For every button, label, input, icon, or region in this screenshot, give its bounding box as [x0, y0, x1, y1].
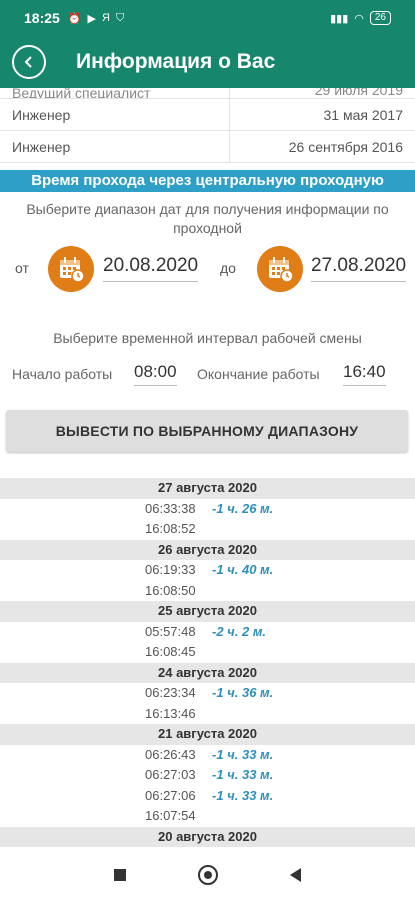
entry-time: 16:07:54 — [145, 808, 196, 823]
page-title: Информация о Вас — [76, 50, 276, 73]
entry-time: 06:33:38 — [145, 500, 196, 516]
recents-square-icon[interactable] — [114, 869, 126, 881]
battery-indicator: 26 — [369, 11, 391, 25]
end-label: Окончание работы — [197, 366, 320, 382]
from-date-field[interactable]: 20.08.2020 — [103, 255, 199, 282]
entry-diff: -1 ч. 33 м. — [212, 767, 274, 782]
to-date-field[interactable]: 27.08.2020 — [311, 255, 407, 282]
career-position: Инженер — [0, 131, 230, 162]
entry-diff: -1 ч. 33 м. — [212, 787, 274, 803]
career-date: 26 сентября 2016 — [288, 138, 403, 155]
show-range-button[interactable]: ВЫВЕСТИ ПО ВЫБРАННОМУ ДИАПАЗОНУ — [6, 410, 408, 452]
back-arrow-icon[interactable] — [12, 45, 46, 79]
status-time: 18:25 — [24, 10, 60, 26]
date-range-hint: Выберите диапазон дат для получения инфо… — [26, 201, 389, 236]
result-time-row: 06:27:03 -1 ч. 33 м. — [0, 765, 415, 786]
entry-diff: -1 ч. 36 м. — [212, 685, 274, 700]
result-time-row: 16:08:52 — [0, 519, 415, 540]
result-time-row: 16:08:45 — [0, 642, 415, 663]
date-range-row: от 20.08.2020 до 27.08.2020 — [0, 244, 415, 294]
career-position: Ведущий специалист — [0, 88, 230, 98]
signal-icon: ▮▮▮ — [330, 12, 349, 25]
entry-time: 06:19:33 — [145, 562, 196, 577]
shift-row: Начало работы 08:00 Окончание работы 16:… — [0, 358, 415, 388]
entry-time: 06:27:03 — [145, 767, 196, 782]
result-date-row: 20 августа 2020 — [0, 826, 415, 847]
career-row: Ведущий специалист 29 июля 2019 — [0, 88, 415, 99]
status-bar: 18:25 ⏰ ▶ Я ⛉ ▮▮▮ ◠ 26 — [0, 0, 415, 36]
result-date-row: 26 августа 2020 — [0, 539, 415, 560]
shift-hint: Выберите временной интервал рабочей смен… — [53, 330, 362, 346]
entry-diff: -1 ч. 40 м. — [212, 562, 274, 577]
home-circle-icon[interactable] — [198, 865, 218, 885]
section-banner: Время прохода через центральную проходну… — [0, 170, 415, 192]
results-list: 27 августа 2020 06:33:38 -1 ч. 26 м. 16:0… — [0, 478, 415, 850]
result-date-row: 25 августа 2020 — [0, 601, 415, 622]
result-time-row: 06:19:33 -1 ч. 40 м. — [0, 560, 415, 581]
back-triangle-icon[interactable] — [290, 868, 301, 882]
end-time-field[interactable]: 16:40 — [343, 362, 386, 386]
entry-diff: -2 ч. 2 м. — [212, 623, 267, 639]
alarm-icon: ⏰ — [67, 12, 82, 25]
result-date-row: 21 августа 2020 — [0, 724, 415, 745]
result-time-row: 06:27:06 -1 ч. 33 м. — [0, 785, 415, 806]
career-date: 29 июля 2019 — [314, 88, 403, 98]
result-date-row: 24 августа 2020 — [0, 662, 415, 683]
entry-time: 16:08:45 — [145, 644, 196, 659]
entry-time: 06:27:06 — [145, 787, 196, 803]
result-time-row: 06:26:43 -1 ч. 33 м. — [0, 744, 415, 765]
result-time-row: 06:33:38 -1 ч. 26 м. — [0, 498, 415, 519]
entry-diff: -1 ч. 26 м. — [212, 500, 274, 516]
calendar-icon[interactable] — [48, 246, 94, 292]
from-label: от — [15, 260, 29, 276]
career-row: Инженер 26 сентября 2016 — [0, 131, 415, 163]
calendar-icon[interactable] — [257, 246, 303, 292]
system-nav-bar — [0, 850, 415, 900]
result-time-row: 16:13:46 — [0, 703, 415, 724]
app-bar: Информация о Вас — [0, 36, 415, 88]
result-date-row: 27 августа 2020 — [0, 478, 415, 499]
entry-time: 16:08:50 — [145, 582, 196, 598]
start-label: Начало работы — [12, 366, 113, 382]
entry-time: 06:26:43 — [145, 746, 196, 762]
vpn-shield-icon: ⛉ — [115, 11, 125, 24]
career-position: Инженер — [0, 99, 230, 130]
entry-time: 16:13:46 — [145, 705, 196, 721]
entry-time: 05:57:48 — [145, 623, 196, 639]
to-label: до — [220, 260, 236, 276]
start-time-field[interactable]: 08:00 — [134, 362, 177, 386]
entry-time: 16:08:52 — [145, 521, 196, 536]
entry-time: 06:23:34 — [145, 685, 196, 700]
career-date: 31 мая 2017 — [323, 106, 404, 123]
career-list: Ведущий специалист 29 июля 2019 Инженер … — [0, 88, 415, 163]
entry-diff: -1 ч. 33 м. — [212, 746, 274, 762]
result-time-row: 05:57:48 -2 ч. 2 м. — [0, 621, 415, 642]
result-time-row: 16:07:54 — [0, 806, 415, 827]
youtube-icon: ▶ — [87, 12, 96, 25]
yandex-icon: Я — [101, 11, 110, 24]
result-time-row: 06:23:34 -1 ч. 36 м. — [0, 683, 415, 704]
result-time-row: 16:08:50 — [0, 580, 415, 601]
career-row: Инженер 31 мая 2017 — [0, 99, 415, 131]
wifi-icon: ◠ — [354, 12, 364, 25]
